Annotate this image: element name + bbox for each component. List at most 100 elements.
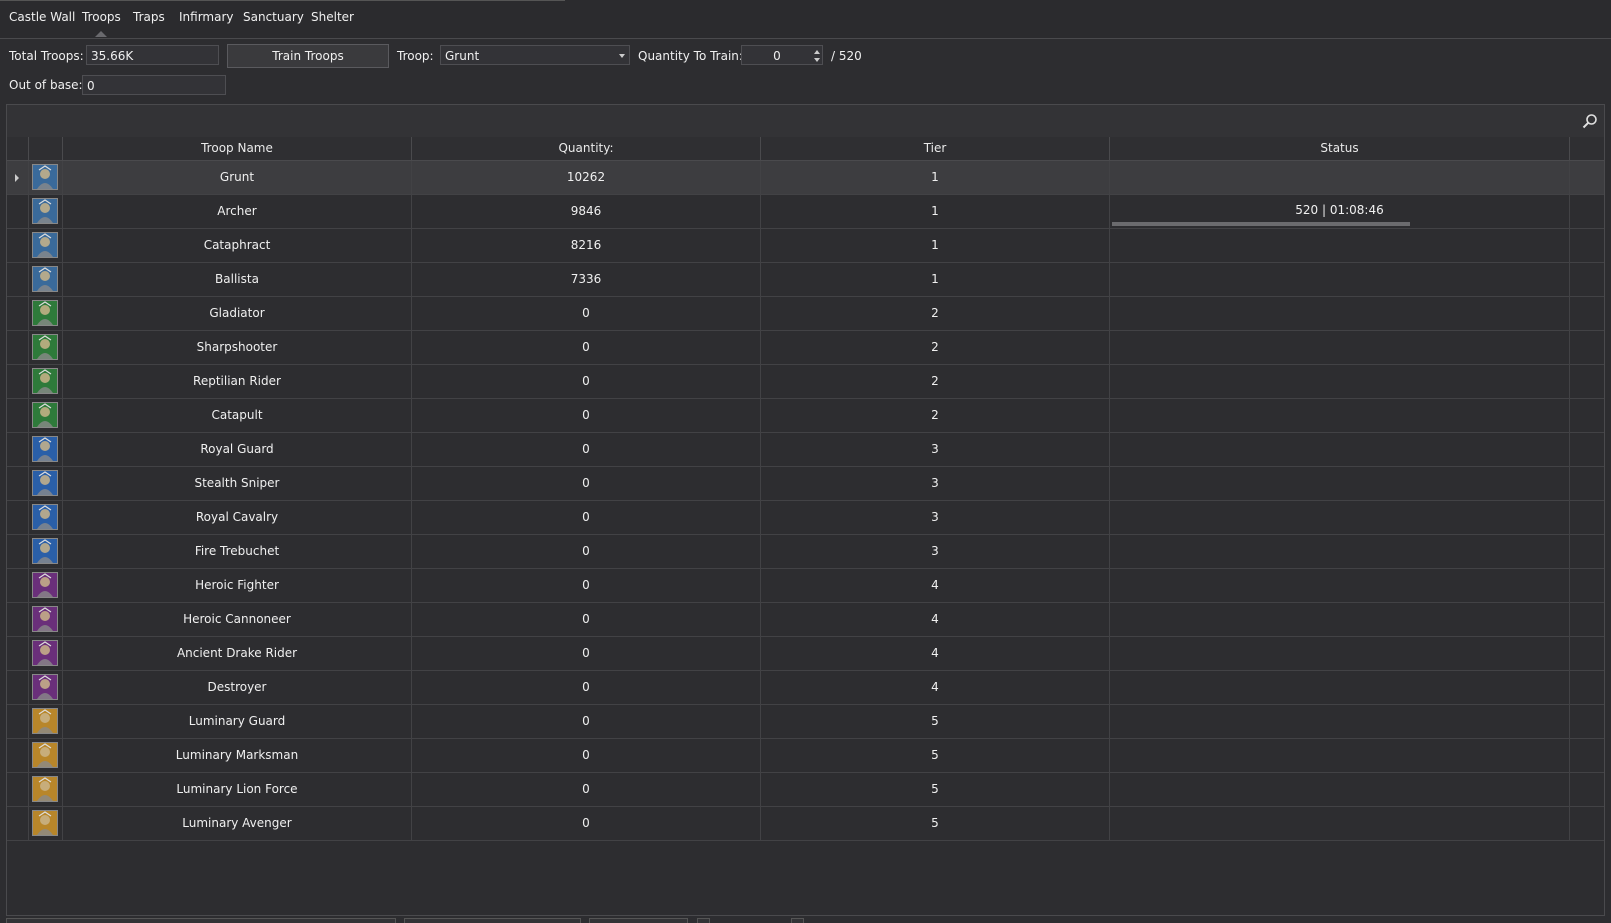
row-indicator[interactable]: [7, 195, 29, 228]
table-row[interactable]: Grunt 10262 1: [7, 161, 1604, 195]
tab-sanctuary[interactable]: Sanctuary: [239, 9, 308, 31]
bottom-field-2[interactable]: [404, 918, 581, 923]
row-indicator[interactable]: [7, 603, 29, 636]
search-icon[interactable]: [1582, 113, 1598, 129]
row-indicator[interactable]: [7, 671, 29, 704]
quantity-cell: 0: [412, 433, 761, 466]
find-panel: [7, 105, 1604, 138]
status-cell: [1110, 637, 1570, 670]
row-indicator[interactable]: [7, 739, 29, 772]
table-row[interactable]: Reptilian Rider 0 2: [7, 365, 1604, 399]
bottom-field-1[interactable]: [6, 918, 396, 923]
row-indicator[interactable]: [7, 399, 29, 432]
table-row[interactable]: Ancient Drake Rider 0 4: [7, 637, 1604, 671]
tab-castle-wall[interactable]: Castle Wall: [5, 9, 79, 31]
row-indicator[interactable]: [7, 331, 29, 364]
grunt-icon: [32, 164, 58, 190]
table-row[interactable]: Luminary Avenger 0 5: [7, 807, 1604, 841]
quantity-cell: 0: [412, 297, 761, 330]
troop-name-cell: Sharpshooter: [63, 331, 412, 364]
tab-troops[interactable]: Troops: [78, 9, 125, 37]
status-cell: [1110, 807, 1570, 840]
troop-name-cell: Royal Cavalry: [63, 501, 412, 534]
row-indicator[interactable]: [7, 501, 29, 534]
quantity-cell: 0: [412, 637, 761, 670]
quantity-to-train-label: Quantity To Train:: [638, 49, 743, 63]
row-indicator[interactable]: [7, 365, 29, 398]
column-header-quantity[interactable]: Quantity:: [412, 137, 761, 160]
table-row[interactable]: Catapult 0 2: [7, 399, 1604, 433]
table-row[interactable]: Archer 9846 1 520 | 01:08:46: [7, 195, 1604, 229]
row-indicator[interactable]: [7, 807, 29, 840]
row-indicator[interactable]: [7, 637, 29, 670]
quantity-cell: 0: [412, 365, 761, 398]
spin-up-icon[interactable]: [814, 50, 820, 54]
tier-cell: 1: [761, 195, 1110, 228]
column-header-status[interactable]: Status: [1110, 137, 1570, 160]
table-row[interactable]: Luminary Lion Force 0 5: [7, 773, 1604, 807]
tier-cell: 5: [761, 773, 1110, 806]
indicator-header: [7, 137, 29, 160]
table-row[interactable]: Luminary Guard 0 5: [7, 705, 1604, 739]
bottom-checkbox-2[interactable]: [791, 918, 804, 923]
table-row[interactable]: Cataphract 8216 1: [7, 229, 1604, 263]
train-troops-button[interactable]: Train Troops: [227, 44, 389, 68]
spin-down-icon[interactable]: [814, 58, 820, 62]
ballista-icon: [32, 266, 58, 292]
table-row[interactable]: Ballista 7336 1: [7, 263, 1604, 297]
table-row[interactable]: Heroic Fighter 0 4: [7, 569, 1604, 603]
row-indicator[interactable]: [7, 161, 29, 194]
row-indicator[interactable]: [7, 705, 29, 738]
ancient-drake-rider-icon: [32, 640, 58, 666]
destroyer-icon: [32, 674, 58, 700]
row-indicator[interactable]: [7, 263, 29, 296]
status-cell: [1110, 331, 1570, 364]
out-of-base-field[interactable]: 0: [82, 75, 226, 95]
table-row[interactable]: Destroyer 0 4: [7, 671, 1604, 705]
tab-traps[interactable]: Traps: [129, 9, 169, 31]
column-header-tier[interactable]: Tier: [761, 137, 1110, 160]
table-row[interactable]: Royal Guard 0 3: [7, 433, 1604, 467]
total-troops-field[interactable]: 35.66K: [86, 45, 219, 65]
row-indicator[interactable]: [7, 535, 29, 568]
row-indicator[interactable]: [7, 467, 29, 500]
troop-name-cell: Heroic Fighter: [63, 569, 412, 602]
row-indicator[interactable]: [7, 773, 29, 806]
bottom-toolbar: [0, 918, 1611, 923]
troop-select[interactable]: Grunt: [440, 45, 630, 65]
row-indicator[interactable]: [7, 569, 29, 602]
chevron-down-icon[interactable]: [619, 54, 625, 58]
luminary-avenger-icon: [32, 810, 58, 836]
troop-name-cell: Luminary Guard: [63, 705, 412, 738]
tier-cell: 3: [761, 433, 1110, 466]
column-header-troop-name[interactable]: Troop Name: [63, 137, 412, 160]
quantity-stepper[interactable]: 0: [741, 45, 823, 65]
row-indicator[interactable]: [7, 297, 29, 330]
tier-cell: 1: [761, 229, 1110, 262]
bottom-field-3[interactable]: [589, 918, 688, 923]
tab-shelter[interactable]: Shelter: [307, 9, 358, 31]
training-progress-fill: [1112, 222, 1410, 226]
tier-cell: 5: [761, 739, 1110, 772]
quantity-cell: 7336: [412, 263, 761, 296]
icon-header: [29, 137, 63, 160]
table-row[interactable]: Stealth Sniper 0 3: [7, 467, 1604, 501]
tab-infirmary[interactable]: Infirmary: [175, 9, 238, 31]
troop-icon-cell: [29, 569, 63, 602]
troops-grid: Troop Name Quantity: Tier Status Grunt 10…: [6, 104, 1605, 916]
tier-cell: 4: [761, 569, 1110, 602]
bottom-checkbox-1[interactable]: [697, 918, 710, 923]
tier-cell: 5: [761, 807, 1110, 840]
row-indicator[interactable]: [7, 433, 29, 466]
row-indicator[interactable]: [7, 229, 29, 262]
table-row[interactable]: Gladiator 0 2: [7, 297, 1604, 331]
table-row[interactable]: Heroic Cannoneer 0 4: [7, 603, 1604, 637]
table-row[interactable]: Royal Cavalry 0 3: [7, 501, 1604, 535]
table-row[interactable]: Sharpshooter 0 2: [7, 331, 1604, 365]
table-row[interactable]: Fire Trebuchet 0 3: [7, 535, 1604, 569]
quantity-stepper-value: 0: [773, 49, 781, 63]
troop-name-cell: Reptilian Rider: [63, 365, 412, 398]
troop-icon-cell: [29, 807, 63, 840]
table-row[interactable]: Luminary Marksman 0 5: [7, 739, 1604, 773]
quantity-cell: 8216: [412, 229, 761, 262]
